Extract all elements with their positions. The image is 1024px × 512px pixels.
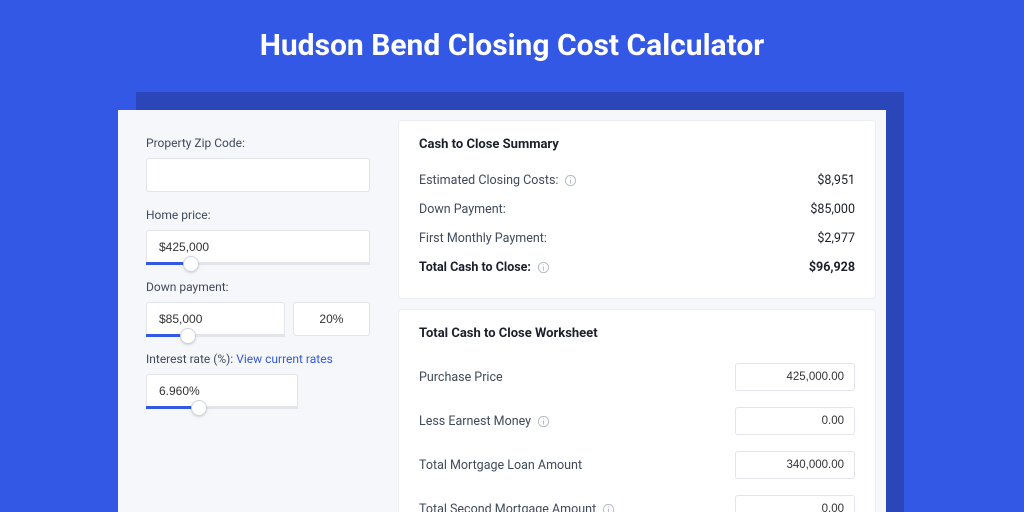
interest-track (146, 406, 298, 409)
worksheet-input-second-mortgage[interactable] (735, 495, 855, 512)
summary-row-first-monthly: First Monthly Payment: $2,977 (419, 224, 855, 253)
worksheet-row-label: Purchase Price (419, 370, 503, 385)
zip-field-group: Property Zip Code: (146, 136, 370, 192)
summary-row-value: $2,977 (817, 231, 855, 246)
summary-row-value: $96,928 (809, 260, 855, 275)
summary-row-value: $8,951 (817, 173, 855, 188)
worksheet-input-loan-amount[interactable] (735, 451, 855, 479)
info-icon[interactable] (564, 174, 577, 187)
home-price-label: Home price: (146, 208, 370, 222)
interest-thumb[interactable] (191, 400, 207, 416)
down-payment-field-group: Down payment: (146, 280, 370, 336)
interest-label: Interest rate (%): View current rates (146, 352, 370, 366)
worksheet-row-earnest-money: Less Earnest Money (419, 399, 855, 443)
worksheet-input-earnest-money[interactable] (735, 407, 855, 435)
interest-slider[interactable] (146, 374, 298, 408)
worksheet-input-purchase-price[interactable] (735, 363, 855, 391)
zip-input[interactable] (146, 158, 370, 192)
summary-row-total: Total Cash to Close: $96,928 (419, 253, 855, 282)
inputs-column: Property Zip Code: Home price: Down paym… (128, 120, 388, 512)
home-price-track (146, 262, 370, 265)
down-payment-pct-input[interactable] (293, 302, 370, 336)
home-price-input[interactable] (146, 230, 370, 264)
worksheet-row-label: Total Second Mortgage Amount (419, 502, 596, 512)
summary-row-closing-costs: Estimated Closing Costs: $8,951 (419, 166, 855, 195)
interest-input[interactable] (146, 374, 298, 408)
down-payment-input[interactable] (146, 302, 285, 336)
summary-card: Cash to Close Summary Estimated Closing … (398, 120, 876, 299)
worksheet-card: Total Cash to Close Worksheet Purchase P… (398, 309, 876, 512)
home-price-thumb[interactable] (183, 256, 199, 272)
down-payment-pct-box (293, 302, 370, 336)
summary-row-down-payment: Down Payment: $85,000 (419, 195, 855, 224)
interest-label-text: Interest rate (%): (146, 352, 236, 366)
page-title: Hudson Bend Closing Cost Calculator (0, 0, 1024, 91)
info-icon[interactable] (537, 415, 550, 428)
summary-row-label: First Monthly Payment: (419, 231, 547, 246)
zip-label: Property Zip Code: (146, 136, 370, 150)
down-payment-thumb[interactable] (180, 328, 196, 344)
interest-field-group: Interest rate (%): View current rates (146, 352, 370, 408)
summary-row-value: $85,000 (810, 202, 855, 217)
home-price-slider[interactable] (146, 230, 370, 264)
worksheet-row-label: Less Earnest Money (419, 414, 531, 429)
down-payment-label: Down payment: (146, 280, 370, 294)
summary-row-label: Estimated Closing Costs: (419, 173, 558, 188)
info-icon[interactable] (602, 503, 615, 512)
summary-title: Cash to Close Summary (419, 137, 855, 152)
summary-row-label: Down Payment: (419, 202, 506, 217)
results-column: Cash to Close Summary Estimated Closing … (398, 120, 876, 512)
worksheet-title: Total Cash to Close Worksheet (419, 326, 855, 341)
info-icon[interactable] (537, 261, 550, 274)
down-payment-track (146, 334, 285, 337)
worksheet-row-purchase-price: Purchase Price (419, 355, 855, 399)
summary-row-label: Total Cash to Close: (419, 260, 531, 275)
worksheet-row-loan-amount: Total Mortgage Loan Amount (419, 443, 855, 487)
home-price-field-group: Home price: (146, 208, 370, 264)
calculator-panel: Property Zip Code: Home price: Down paym… (118, 110, 886, 512)
worksheet-row-second-mortgage: Total Second Mortgage Amount (419, 487, 855, 512)
view-current-rates-link[interactable]: View current rates (236, 352, 333, 366)
down-payment-slider[interactable] (146, 302, 285, 336)
worksheet-row-label: Total Mortgage Loan Amount (419, 458, 582, 473)
